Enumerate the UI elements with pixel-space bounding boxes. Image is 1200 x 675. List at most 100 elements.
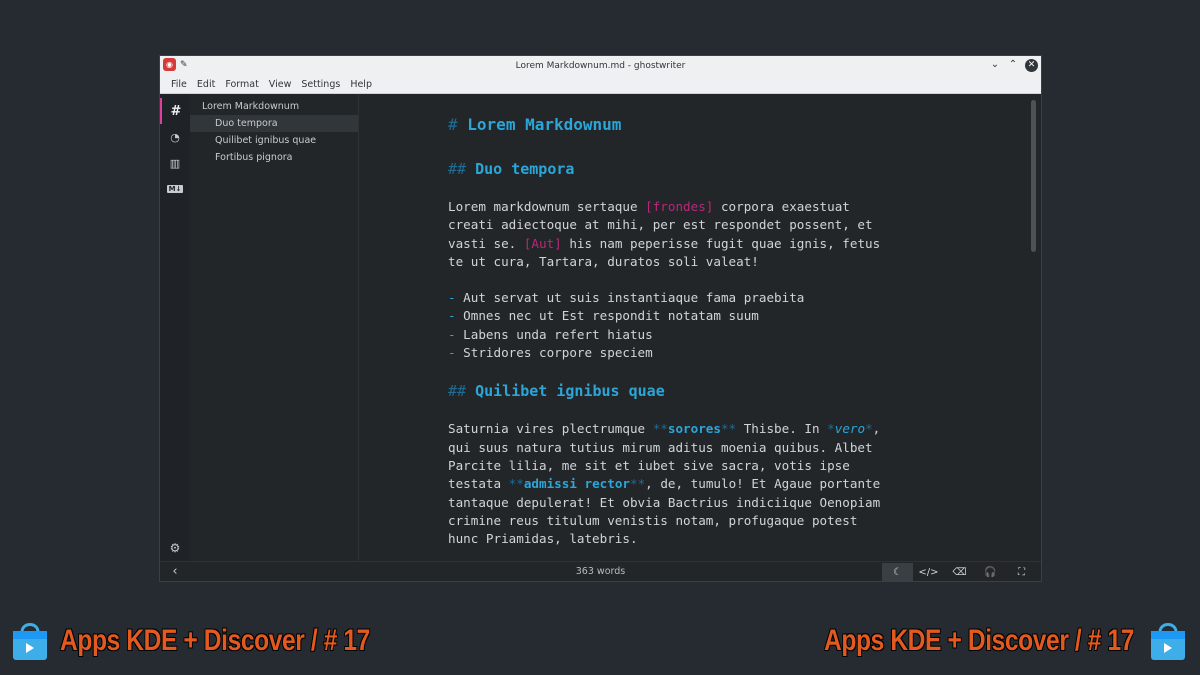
paragraph-2: Saturnia vires plectrumque **sorores** T… xyxy=(448,420,948,548)
list-item: - Stridores corpore speciem xyxy=(448,344,948,362)
settings-gear-icon[interactable]: ⚙ xyxy=(160,541,190,555)
list-item: - Omnes nec ut Est respondit notatam suu… xyxy=(448,307,948,325)
editor-content[interactable]: # Lorem Markdownum ## Duo tempora Lorem … xyxy=(448,114,948,548)
plain-text: tantaque depulerat! Et obvia Bactrius in… xyxy=(448,494,881,510)
menu-format[interactable]: Format xyxy=(220,79,263,90)
statistics-tab[interactable]: ◔ xyxy=(160,124,190,150)
discover-bag-icon xyxy=(1151,623,1185,660)
plain-text: crimine reus titulum venistis notam, pro… xyxy=(448,512,858,528)
minimize-button[interactable]: ⌄ xyxy=(989,58,1001,72)
list-item-text: Aut servat ut suis instantiaque fama pra… xyxy=(463,290,805,306)
ghostwriter-app-icon[interactable]: ◉ xyxy=(163,58,176,71)
plain-text: qui suus natura tutius mirum aditus moen… xyxy=(448,439,873,455)
html-preview-icon[interactable]: </> xyxy=(913,563,944,581)
menu-settings[interactable]: Settings xyxy=(296,79,345,90)
status-bar: ‹ 363 words ☾ </> ⌫ 🎧 ⛶ xyxy=(160,561,1041,581)
plain-text: hunc Priamidas, latebris. xyxy=(448,531,638,547)
plain-text: corpora exaestuat xyxy=(713,199,850,214)
menu-view[interactable]: View xyxy=(264,79,297,90)
discover-bag-icon xyxy=(13,623,47,660)
text-line: tantaque depulerat! Et obvia Bactrius in… xyxy=(448,494,948,512)
menu-file[interactable]: File xyxy=(166,79,192,90)
markdown-editor[interactable]: # Lorem Markdownum ## Duo tempora Lorem … xyxy=(359,94,1041,561)
plain-text: creati adiectoque at mihi, per est respo… xyxy=(448,217,873,233)
list-marker: - xyxy=(448,308,464,324)
markdown-icon: M↓ xyxy=(166,185,184,193)
emphasis-text: admissi rector xyxy=(523,476,630,492)
plain-text: testata xyxy=(448,476,509,492)
plain-text: vasti se. xyxy=(448,235,524,251)
outline-item[interactable]: Duo tempora xyxy=(190,115,358,132)
list-item-text: Omnes nec ut Est respondit notatam suum xyxy=(463,308,759,324)
plain-text: Parcite lilia, me sit et iubet sive sacr… xyxy=(448,457,850,473)
list-marker: - xyxy=(448,326,464,342)
plain-text: , xyxy=(872,421,881,437)
outline-tab[interactable]: # xyxy=(160,98,190,124)
outline-item[interactable]: Fortibus pignora xyxy=(190,149,358,166)
plain-text: te ut cura, Tartara, duratos soli valeat… xyxy=(448,253,759,269)
window-title: Lorem Markdownum.md - ghostwriter xyxy=(515,60,686,71)
emphasis-text: * xyxy=(827,421,835,437)
emphasis-text: * xyxy=(865,421,873,437)
plain-text: Saturnia vires plectrumque xyxy=(448,421,653,437)
pin-icon[interactable]: ✎ xyxy=(180,60,188,70)
text-line: Lorem markdownum sertaque [frondes] corp… xyxy=(448,198,948,216)
emphasis-text: vero xyxy=(834,421,866,437)
cheat-sheet-tab[interactable]: M↓ xyxy=(160,176,190,202)
dark-mode-icon[interactable]: ☾ xyxy=(882,563,913,581)
list-item-text: Labens unda refert hiatus xyxy=(463,326,653,342)
menu-help[interactable]: Help xyxy=(345,79,377,90)
distraction-free-icon[interactable]: 🎧 xyxy=(975,563,1006,581)
emphasis-text: ** xyxy=(508,476,524,492)
text-line: te ut cura, Tartara, duratos soli valeat… xyxy=(448,253,948,271)
text-line: Parcite lilia, me sit et iubet sive sacr… xyxy=(448,457,948,475)
emphasis-text: ** xyxy=(720,421,737,437)
list-marker: - xyxy=(448,345,464,361)
list-item-text: Stridores corpore speciem xyxy=(463,345,653,361)
heading-1: # Lorem Markdownum xyxy=(448,115,622,134)
vertical-scrollbar[interactable] xyxy=(1031,100,1036,252)
bar-chart-icon: ▥ xyxy=(169,156,181,170)
sidebar-tabs: # ◔ ▥ M↓ ⚙ xyxy=(160,94,190,561)
link-text: [Aut] xyxy=(523,235,562,251)
outline-item[interactable]: Lorem Markdownum xyxy=(190,98,358,115)
plain-text: his nam peperisse fugit quae ignis, fetu… xyxy=(561,235,881,251)
list-item: - Labens unda refert hiatus xyxy=(448,326,948,344)
text-line: vasti se. [Aut] his nam peperisse fugit … xyxy=(448,235,948,253)
document-stats-tab[interactable]: ▥ xyxy=(160,150,190,176)
text-line: crimine reus titulum venistis notam, pro… xyxy=(448,512,948,530)
text-line: Saturnia vires plectrumque **sorores** T… xyxy=(448,420,948,438)
gauge-icon: ◔ xyxy=(170,130,180,144)
app-window: ◉ ✎ Lorem Markdownum.md - ghostwriter ⌄ … xyxy=(159,55,1042,582)
fullscreen-icon[interactable]: ⛶ xyxy=(1006,563,1037,581)
plain-text: Lorem markdownum sertaque xyxy=(448,199,646,214)
plain-text: Thisbe. In xyxy=(736,421,828,437)
hemingway-icon[interactable]: ⌫ xyxy=(944,563,975,581)
list-marker: - xyxy=(448,290,464,306)
maximize-button[interactable]: ⌃ xyxy=(1007,58,1019,72)
text-line: qui suus natura tutius mirum aditus moen… xyxy=(448,439,948,457)
banner-text-right: Apps KDE + Discover / # 17 xyxy=(824,624,1134,657)
outline-panel: Lorem Markdownum Duo tempora Quilibet ig… xyxy=(190,94,359,561)
text-line: creati adiectoque at mihi, per est respo… xyxy=(448,216,948,234)
text-line: hunc Priamidas, latebris. xyxy=(448,530,948,548)
heading-2: ## Quilibet ignibus quae xyxy=(448,382,665,401)
collapse-sidebar-icon[interactable]: ‹ xyxy=(160,564,190,579)
title-bar: ◉ ✎ Lorem Markdownum.md - ghostwriter ⌄ … xyxy=(160,56,1041,75)
text-line: testata **admissi rector**, de, tumulo! … xyxy=(448,475,948,493)
hash-icon: # xyxy=(170,103,182,119)
emphasis-text: ** xyxy=(630,476,646,492)
list-item: - Aut servat ut suis instantiaque fama p… xyxy=(448,289,948,307)
menu-edit[interactable]: Edit xyxy=(192,79,220,90)
paragraph-1: Lorem markdownum sertaque [frondes] corp… xyxy=(448,198,948,271)
banner-text-left: Apps KDE + Discover / # 17 xyxy=(60,624,370,657)
close-button[interactable]: ✕ xyxy=(1025,58,1038,72)
bullet-list: - Aut servat ut suis instantiaque fama p… xyxy=(448,289,948,362)
emphasis-text: ** xyxy=(652,421,668,437)
outline-item[interactable]: Quilibet ignibus quae xyxy=(190,132,358,149)
link-text: [frondes] xyxy=(645,199,714,214)
emphasis-text: sorores xyxy=(667,421,721,437)
plain-text: , de, tumulo! Et Agaue portante xyxy=(645,476,881,492)
heading-2: ## Duo tempora xyxy=(448,160,575,178)
menu-bar: File Edit Format View Settings Help xyxy=(160,75,1041,94)
